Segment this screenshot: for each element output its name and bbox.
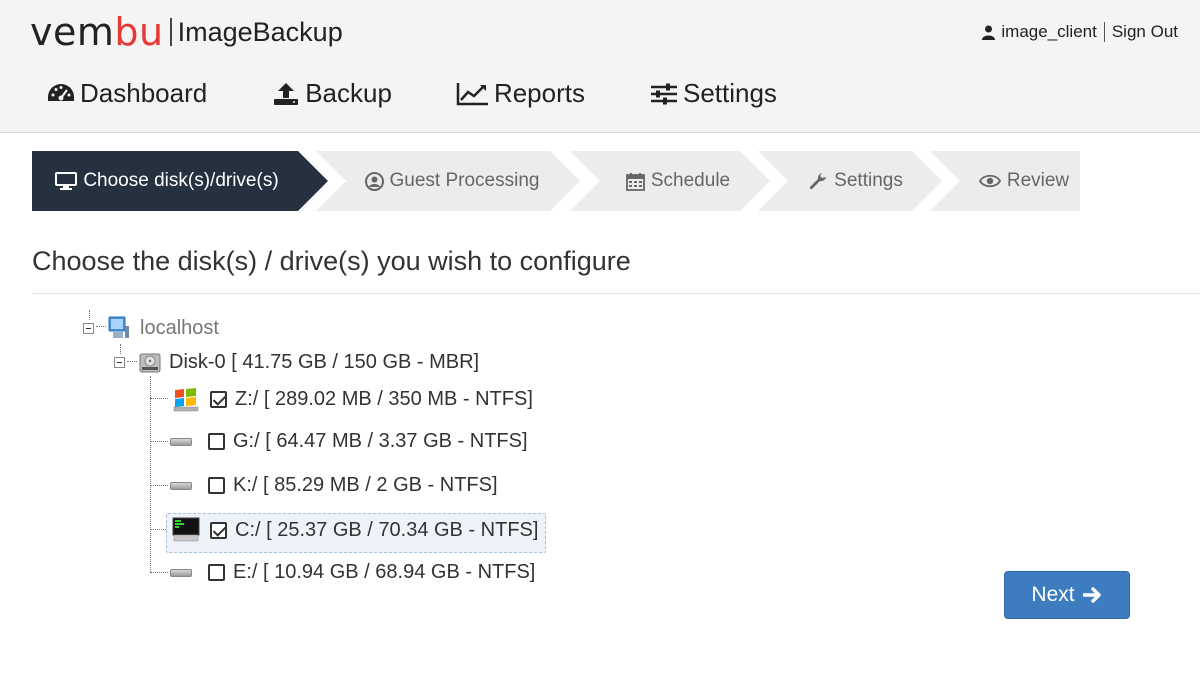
drive-k-checkbox[interactable] bbox=[208, 477, 225, 494]
system-drive-icon bbox=[172, 517, 200, 542]
windows-drive-icon bbox=[173, 388, 199, 412]
tree-connector bbox=[150, 572, 168, 573]
arrow-right-icon bbox=[1082, 587, 1101, 603]
main-nav: Dashboard Backup Reports Settings bbox=[46, 78, 841, 109]
tree-connector bbox=[150, 441, 168, 442]
tree-node-drive-k[interactable]: K:/ [ 85.29 MB / 2 GB - NTFS] bbox=[170, 474, 498, 497]
wrench-icon bbox=[810, 172, 827, 189]
collapse-toggle[interactable] bbox=[83, 322, 94, 334]
logo-separator bbox=[169, 18, 172, 46]
eye-icon bbox=[978, 174, 1001, 188]
drive-icon bbox=[170, 568, 192, 577]
user-divider bbox=[1103, 22, 1105, 42]
nav-reports[interactable]: Reports bbox=[456, 78, 585, 109]
disk-label: Disk-0 [ 41.75 GB / 150 GB - MBR] bbox=[169, 351, 480, 373]
drive-e-checkbox[interactable] bbox=[208, 564, 225, 581]
logo-brand: vembu bbox=[30, 10, 164, 54]
step-review[interactable]: Review bbox=[930, 151, 1080, 211]
step-settings[interactable]: Settings bbox=[758, 151, 942, 211]
drive-icon bbox=[170, 481, 192, 490]
step-settings-label: Settings bbox=[834, 170, 903, 191]
nav-backup[interactable]: Backup bbox=[271, 78, 392, 109]
tree-connector bbox=[150, 485, 168, 486]
next-button[interactable]: Next bbox=[1004, 571, 1130, 619]
nav-dashboard[interactable]: Dashboard bbox=[46, 78, 207, 109]
section-divider bbox=[32, 293, 1200, 294]
tree-node-host[interactable]: localhost bbox=[83, 316, 219, 340]
vembu-logo[interactable]: vembu ImageBackup bbox=[30, 10, 343, 54]
nav-backup-label: Backup bbox=[305, 78, 392, 108]
user-icon bbox=[982, 25, 996, 40]
dashboard-icon bbox=[48, 83, 74, 101]
user-circle-icon bbox=[364, 171, 384, 191]
computer-icon bbox=[108, 316, 129, 338]
username: image_client bbox=[1001, 22, 1097, 41]
step-schedule[interactable]: Schedule bbox=[570, 151, 770, 211]
host-label: localhost bbox=[140, 316, 219, 339]
tree-node-drive-g[interactable]: G:/ [ 64.47 MB / 3.37 GB - NTFS] bbox=[170, 430, 528, 453]
tree-node-drive-z[interactable]: Z:/ [ 289.02 MB / 350 MB - NTFS] bbox=[172, 386, 533, 412]
calendar-icon bbox=[625, 172, 645, 191]
nav-settings[interactable]: Settings bbox=[649, 78, 777, 109]
next-button-label: Next bbox=[1031, 583, 1075, 606]
tree-node-drive-e[interactable]: E:/ [ 10.94 GB / 68.94 GB - NTFS] bbox=[170, 561, 535, 584]
signout-link[interactable]: Sign Out bbox=[1112, 22, 1178, 42]
step-review-label: Review bbox=[1006, 170, 1070, 191]
drive-c-label: C:/ [ 25.37 GB / 70.34 GB - NTFS] bbox=[235, 518, 539, 541]
hard-disk-icon bbox=[139, 353, 161, 372]
drive-c-checkbox[interactable] bbox=[210, 521, 227, 539]
sliders-icon bbox=[650, 83, 677, 104]
logo-product-name: ImageBackup bbox=[177, 16, 343, 47]
logo-brand-part1: vem bbox=[30, 10, 115, 54]
drive-k-label: K:/ [ 85.29 MB / 2 GB - NTFS] bbox=[233, 474, 498, 496]
tree-connector bbox=[150, 398, 168, 399]
drive-e-label: E:/ [ 10.94 GB / 68.94 GB - NTFS] bbox=[233, 561, 536, 583]
drive-z-checkbox[interactable] bbox=[210, 390, 227, 408]
nav-dashboard-label: Dashboard bbox=[80, 78, 208, 108]
upload-icon bbox=[274, 82, 299, 105]
tree-connector bbox=[150, 376, 151, 572]
tree-node-disk[interactable]: Disk-0 [ 41.75 GB / 150 GB - MBR] bbox=[114, 351, 479, 374]
app-header: vembu ImageBackup image_client Sign Out … bbox=[0, 0, 1200, 133]
wizard-steps: Choose disk(s)/drive(s) Guest Processing bbox=[32, 151, 1080, 211]
page-title: Choose the disk(s) / drive(s) you wish t… bbox=[32, 246, 631, 276]
nav-settings-label: Settings bbox=[682, 78, 777, 108]
monitor-icon bbox=[55, 172, 78, 190]
drive-g-checkbox[interactable] bbox=[208, 433, 225, 450]
tree-node-drive-c[interactable]: C:/ [ 25.37 GB / 70.34 GB - NTFS] bbox=[172, 517, 538, 543]
nav-reports-label: Reports bbox=[493, 78, 585, 108]
drive-z-label: Z:/ [ 289.02 MB / 350 MB - NTFS] bbox=[235, 387, 533, 410]
drive-icon bbox=[170, 437, 192, 446]
step-schedule-label: Schedule bbox=[650, 170, 731, 191]
step-choose-disks-label: Choose disk(s)/drive(s) bbox=[83, 170, 279, 191]
step-guest-processing[interactable]: Guest Processing bbox=[316, 151, 580, 211]
step-choose-disks[interactable]: Choose disk(s)/drive(s) bbox=[32, 151, 328, 211]
line-chart-icon bbox=[456, 82, 488, 105]
logo-brand-accent: bu bbox=[114, 10, 164, 54]
drive-g-label: G:/ [ 64.47 MB / 3.37 GB - NTFS] bbox=[233, 430, 528, 452]
step-guest-processing-label: Guest Processing bbox=[389, 170, 540, 191]
user-area: image_client Sign Out bbox=[982, 22, 1178, 42]
collapse-toggle[interactable] bbox=[114, 357, 125, 368]
